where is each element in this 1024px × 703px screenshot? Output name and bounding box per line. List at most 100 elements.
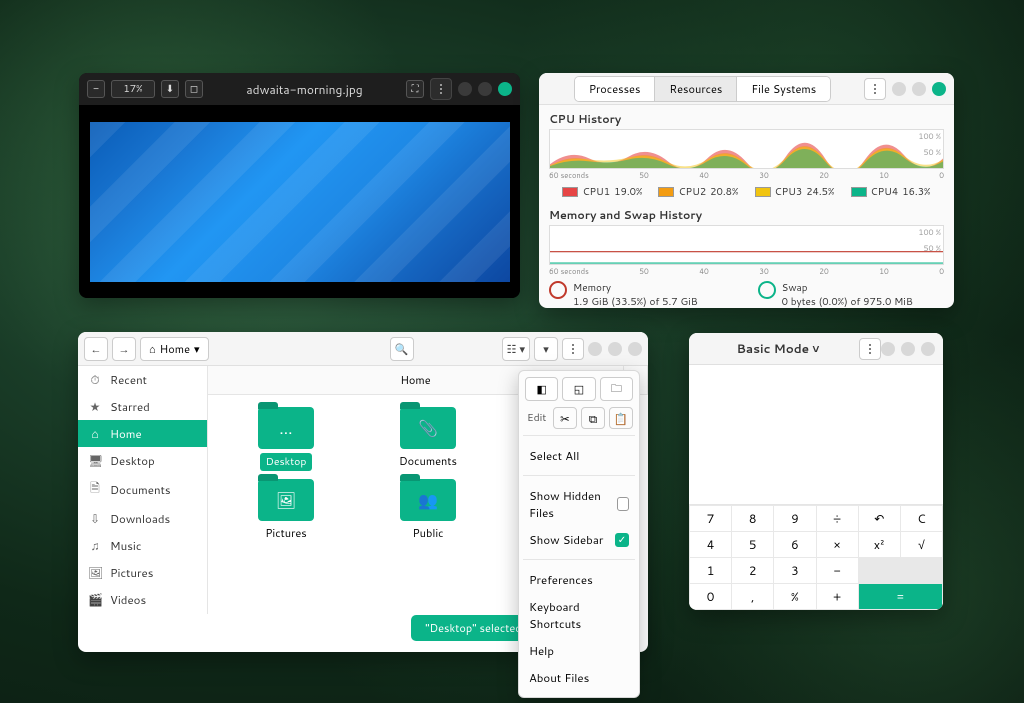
forward-button[interactable]: →: [112, 337, 136, 361]
sidebar-item-pictures[interactable]: 🖼 Pictures: [78, 559, 207, 586]
tab-label: Home: [400, 372, 430, 388]
key-÷[interactable]: ÷: [817, 506, 858, 531]
paste-button[interactable]: 📋: [609, 407, 633, 429]
zoom-level[interactable]: 17%: [111, 80, 155, 98]
zoom-in-button[interactable]: ⬇: [161, 80, 179, 98]
hamburger-menu-button[interactable]: [864, 78, 886, 100]
hamburger-menu-button[interactable]: [562, 338, 584, 360]
key-√[interactable]: √: [901, 532, 942, 557]
view-toggle-button[interactable]: ☷ ▾: [502, 337, 530, 361]
key-7[interactable]: 7: [690, 506, 731, 531]
tab-resources[interactable]: Resources: [655, 77, 737, 101]
key-1[interactable]: 1: [690, 558, 731, 583]
sidebar-item-home[interactable]: ⌂Home: [78, 420, 207, 447]
key-6[interactable]: 6: [774, 532, 815, 557]
minimize-button[interactable]: [458, 82, 472, 96]
new-window-button[interactable]: ◱: [562, 377, 595, 401]
sidebar-item-downloads[interactable]: ⇩Downloads: [78, 505, 207, 532]
key-equals[interactable]: =: [859, 584, 942, 609]
sidebar-item-videos[interactable]: 🎬Videos: [78, 586, 207, 613]
key-%[interactable]: %: [774, 584, 815, 609]
key-9[interactable]: 9: [774, 506, 815, 531]
sidebar-item-icon: ♫: [88, 537, 102, 554]
close-button[interactable]: [932, 82, 946, 96]
key-×[interactable]: ×: [817, 532, 858, 557]
view-options-button[interactable]: ▾: [534, 337, 558, 361]
image-content: [90, 122, 510, 282]
keyboard-shortcuts-item[interactable]: Keyboard Shortcuts: [525, 593, 633, 637]
folder-item-pictures[interactable]: 🖼Pictures: [224, 479, 348, 541]
back-button[interactable]: ←: [84, 337, 108, 361]
image-view-area[interactable]: [79, 105, 520, 298]
folder-item-public[interactable]: 👥Public: [366, 479, 490, 541]
sidebar-item-icon: 🖥: [88, 452, 102, 469]
path-segment-home[interactable]: ⌂ Home ▾: [140, 337, 209, 361]
calculator-mode-button[interactable]: Basic Mode ˅: [697, 340, 859, 357]
key-2[interactable]: 2: [732, 558, 773, 583]
maximize-button[interactable]: [912, 82, 926, 96]
minimize-button[interactable]: [881, 342, 895, 356]
maximize-button[interactable]: [608, 342, 622, 356]
close-button[interactable]: [921, 342, 935, 356]
key-0[interactable]: 0: [690, 584, 731, 609]
checkbox-icon[interactable]: ✓: [615, 533, 629, 547]
edit-label: Edit: [527, 411, 547, 425]
minimize-button[interactable]: [892, 82, 906, 96]
close-button[interactable]: [628, 342, 642, 356]
sidebar-item-icon: 🖼: [88, 564, 102, 581]
maximize-button[interactable]: [901, 342, 915, 356]
tab-file-systems[interactable]: File Systems: [737, 77, 830, 101]
key-8[interactable]: 8: [732, 506, 773, 531]
chart-ylabel: 50 %: [923, 242, 941, 254]
minimize-button[interactable]: [588, 342, 602, 356]
help-item[interactable]: Help: [525, 637, 633, 664]
sidebar-item-documents[interactable]: 🗎Documents: [78, 474, 207, 505]
swap-icon: [758, 281, 776, 299]
cut-button[interactable]: ✂: [553, 407, 577, 429]
copy-button[interactable]: ⧉: [581, 407, 605, 429]
chart-ylabel: 50 %: [923, 146, 941, 158]
sidebar-item-label: Documents: [110, 481, 171, 498]
files-sidebar: ⏱Recent★Starred⌂Home🖥Desktop🗎Documents⇩D…: [78, 366, 208, 614]
fullscreen-button[interactable]: ⛶: [406, 80, 424, 98]
about-files-item[interactable]: About Files: [525, 664, 633, 691]
preferences-item[interactable]: Preferences: [525, 566, 633, 593]
sidebar-item-icon: 🎬: [88, 591, 102, 608]
tab-processes[interactable]: Processes: [575, 77, 656, 101]
sidebar-item-music[interactable]: ♫Music: [78, 532, 207, 559]
select-all-item[interactable]: Select All: [525, 442, 633, 469]
show-hidden-files-item[interactable]: Show Hidden Files: [525, 482, 633, 526]
close-button[interactable]: [498, 82, 512, 96]
chevron-down-icon: ˅: [812, 340, 819, 357]
search-button[interactable]: 🔍: [390, 337, 414, 361]
maximize-button[interactable]: [478, 82, 492, 96]
zoom-out-button[interactable]: −: [87, 80, 105, 98]
folder-item-documents[interactable]: 📎Documents: [366, 407, 490, 471]
key-+[interactable]: +: [817, 584, 858, 609]
sidebar-item-recent[interactable]: ⏱Recent: [78, 366, 207, 393]
checkbox-icon[interactable]: [617, 497, 630, 511]
sidebar-item-label: Pictures: [110, 564, 153, 581]
calculator-display[interactable]: [689, 365, 943, 505]
key-C[interactable]: C: [901, 506, 942, 531]
hamburger-menu-button[interactable]: [430, 78, 452, 100]
sidebar-item-trash[interactable]: 🗑Trash: [78, 613, 207, 614]
key-5[interactable]: 5: [732, 532, 773, 557]
zoom-fit-button[interactable]: ◻: [185, 80, 203, 98]
key-3[interactable]: 3: [774, 558, 815, 583]
new-folder-button[interactable]: 🗀: [600, 377, 633, 401]
sidebar-item-starred[interactable]: ★Starred: [78, 393, 207, 420]
key-,[interactable]: ,: [732, 584, 773, 609]
show-sidebar-item[interactable]: Show Sidebar ✓: [525, 526, 633, 553]
key-−[interactable]: −: [817, 558, 858, 583]
key-4[interactable]: 4: [690, 532, 731, 557]
folder-item-desktop[interactable]: …Desktop: [224, 407, 348, 471]
key-x²[interactable]: x²: [859, 532, 900, 557]
key-↶[interactable]: ↶: [859, 506, 900, 531]
chart-ylabel: 100 %: [918, 130, 941, 142]
hamburger-menu-button[interactable]: [859, 338, 881, 360]
new-tab-button[interactable]: ◧: [525, 377, 558, 401]
sidebar-item-desktop[interactable]: 🖥Desktop: [78, 447, 207, 474]
folder-icon: 🖼: [258, 479, 314, 521]
chart-ylabel: 100 %: [918, 226, 941, 238]
